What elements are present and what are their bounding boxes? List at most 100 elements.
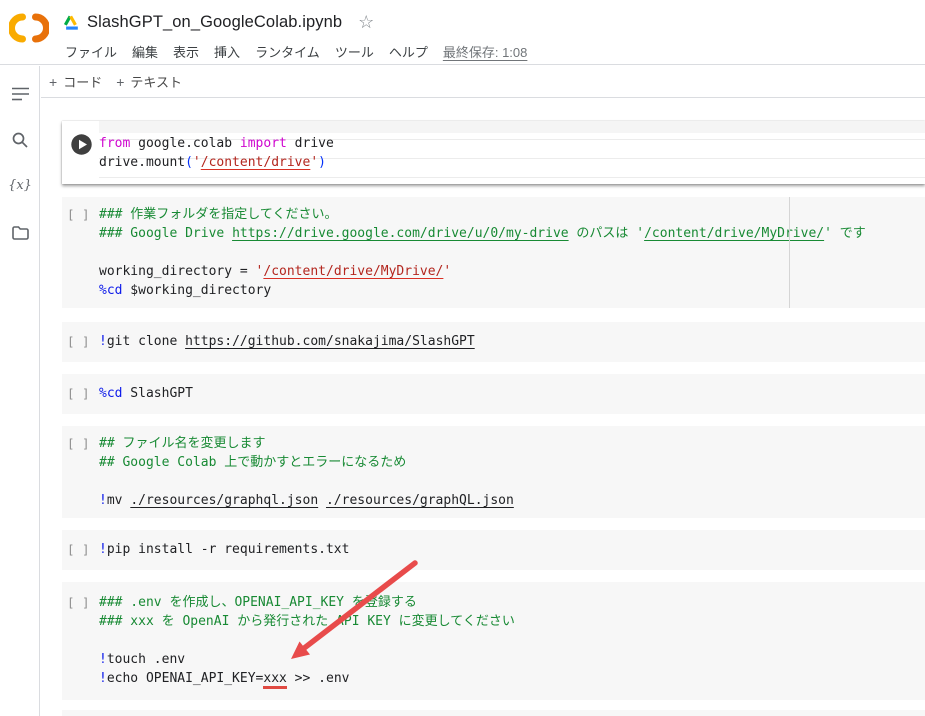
cell-gutter[interactable]: [ ] [62,530,99,570]
code-token: ) [318,155,326,170]
code-cell-7[interactable] [62,710,925,716]
execution-count-placeholder[interactable]: [ ] [67,207,90,222]
code-token: git clone [107,334,185,349]
code-token: ## Google Colab 上で動かすとエラーになるため [99,455,406,470]
menu-item-0[interactable]: ファイル [65,42,117,61]
code-token: ### 作業フォルダを指定してください。 [99,207,338,222]
code-token: ! [99,671,107,686]
cell-gutter[interactable]: [ ] [62,197,99,308]
cell-code[interactable]: ### 作業フォルダを指定してください。 ### Google Drive htt… [99,197,925,308]
cell-gutter[interactable]: [ ] [62,426,99,518]
code-line: ## ファイル名を変更します [99,434,925,453]
code-token: /content/drive/MyDrive/ [263,264,443,279]
code-cell-1[interactable]: [ ] ### 作業フォルダを指定してください。 ### Google Drive … [62,197,925,308]
code-token: working_directory = [99,264,256,279]
last-saved-link[interactable]: 最終保存: 1:08 [443,42,528,61]
notebook-title[interactable]: SlashGPT_on_GoogleColab.ipynb [87,13,342,32]
cell-gutter[interactable]: [ ] [62,582,99,700]
code-token: drive [287,136,334,151]
code-line: !echo OPENAI_API_KEY=xxx >> .env [99,669,925,688]
code-line [99,243,925,262]
execution-count-placeholder[interactable]: [ ] [67,334,90,349]
colab-logo-icon[interactable] [9,9,49,47]
cell-code[interactable]: from google.colab import drivedrive.moun… [99,121,925,184]
cell-code[interactable]: !git clone https://github.com/snakajima/… [99,322,925,362]
search-icon[interactable] [0,125,40,155]
menu-item-1[interactable]: 編集 [132,42,158,61]
code-token: ## ファイル名を変更します [99,436,265,451]
code-token: echo OPENAI_API_KEY= [107,671,264,686]
code-line: drive.mount('/content/drive') [99,153,925,172]
plus-icon: + [116,74,124,90]
code-token: from [99,136,130,151]
menu-item-2[interactable]: 表示 [173,42,199,61]
code-token: ./resources/graphQL.json [326,493,514,508]
code-token: ! [99,493,107,508]
menu-bar: ファイル編集表示挿入ランタイムツールヘルプ最終保存: 1:08 [65,40,527,62]
execution-count-placeholder[interactable]: [ ] [67,436,90,451]
cell-gutter[interactable]: [ ] [62,322,99,362]
code-token: touch .env [107,652,185,667]
run-cell-button[interactable] [70,133,93,156]
cell-code[interactable]: ### .env を作成し、OPENAI_API_KEY を登録する### xx… [99,582,925,700]
variables-icon[interactable]: {x} [0,170,40,200]
code-token: ! [99,542,107,557]
code-token: pip install -r requirements.txt [107,542,350,557]
add-text-button[interactable]: + テキスト [116,72,182,91]
code-token: drive.mount [99,155,185,170]
files-icon[interactable] [0,218,40,248]
cell-run-gutter[interactable] [62,121,99,184]
cell-code[interactable]: !pip install -r requirements.txt [99,530,925,570]
cell-code[interactable] [99,710,925,716]
left-sidebar: {x} [0,66,40,716]
code-token: https://drive.google.com/drive/u/0/my-dr… [232,226,569,241]
menu-item-4[interactable]: ランタイム [255,42,320,61]
code-line [99,472,925,491]
menu-item-6[interactable]: ヘルプ [389,42,428,61]
code-line: ### Google Drive https://drive.google.co… [99,224,925,243]
code-cell-3[interactable]: [ ] %cd SlashGPT [62,374,925,414]
code-token: %cd [99,386,122,401]
menu-item-5[interactable]: ツール [335,42,374,61]
code-cell-6[interactable]: [ ] ### .env を作成し、OPENAI_API_KEY を登録する###… [62,582,925,700]
code-token: import [240,136,287,151]
execution-count-placeholder[interactable]: [ ] [67,595,90,610]
code-line: ### .env を作成し、OPENAI_API_KEY を登録する [99,593,925,612]
code-token: ### .env を作成し、OPENAI_API_KEY を登録する [99,595,417,610]
code-cell-0[interactable]: from google.colab import drivedrive.moun… [62,121,925,184]
code-line: from google.colab import drive [99,134,925,153]
code-line: %cd $working_directory [99,281,925,300]
code-line [99,631,925,650]
code-token: ./resources/graphql.json [130,493,318,508]
code-line: ### 作業フォルダを指定してください。 [99,205,925,224]
cell-code[interactable]: ## ファイル名を変更します ## Google Colab 上で動かすとエラーに… [99,426,925,518]
code-token: のパスは ' [569,226,644,241]
code-line: !pip install -r requirements.txt [99,540,925,559]
cell-code[interactable]: %cd SlashGPT [99,374,925,414]
add-code-button[interactable]: + コード [49,72,102,91]
code-token: >> .env [287,671,350,686]
code-token: ' [310,155,318,170]
column-ruler [789,197,790,308]
code-token: /content/drive [201,155,311,170]
code-token: ' [193,155,201,170]
code-line: !mv ./resources/graphql.json ./resources… [99,491,925,510]
code-token: https://github.com/snakajima/SlashGPT [185,334,475,349]
code-line: ## Google Colab 上で動かすとエラーになるため [99,453,925,472]
star-icon[interactable]: ☆ [358,13,374,31]
execution-count-placeholder[interactable]: [ ] [67,542,90,557]
execution-count-placeholder[interactable]: [ ] [67,386,90,401]
code-cell-5[interactable]: [ ]!pip install -r requirements.txt [62,530,925,570]
table-of-contents-icon[interactable] [0,79,40,109]
google-drive-icon [64,15,81,30]
code-cell-2[interactable]: [ ] !git clone https://github.com/snakaji… [62,322,925,362]
notebook-toolbar: + コード + テキスト [41,66,925,98]
code-token: ! [99,652,107,667]
cell-gutter[interactable]: [ ] [62,374,99,414]
menu-item-3[interactable]: 挿入 [214,42,240,61]
app-header: SlashGPT_on_GoogleColab.ipynb ☆ ファイル編集表示… [0,0,925,65]
plus-icon: + [49,74,57,90]
code-line: %cd SlashGPT [99,384,925,403]
code-cell-4[interactable]: [ ] ## ファイル名を変更します ## Google Colab 上で動かすとエ… [62,426,925,518]
code-token: xxx [263,671,286,689]
